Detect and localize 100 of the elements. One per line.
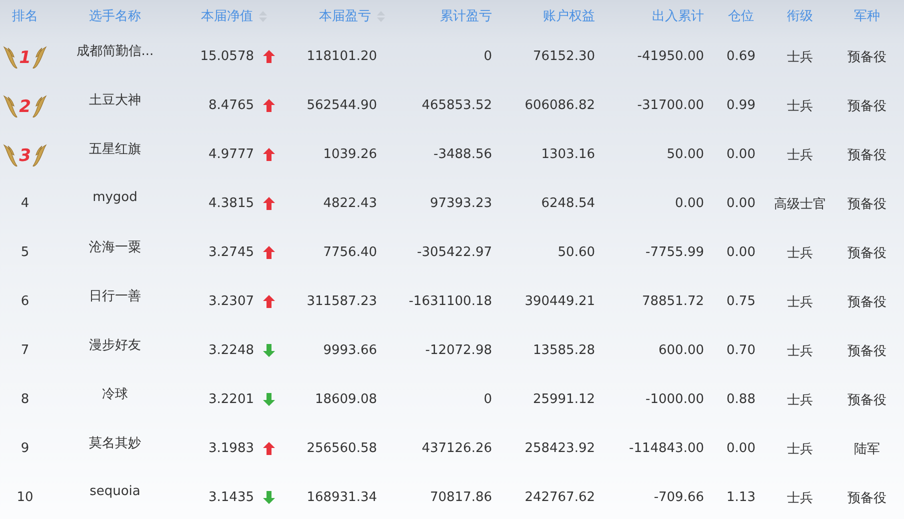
table-cell-text: 士兵 (786, 342, 814, 360)
player-name: 成都简勤信... (76, 42, 154, 60)
net-value: 3.1435 (208, 490, 254, 505)
table-cell-text: 76152.30 (532, 48, 596, 66)
table-cell-text: 562544.90 (306, 97, 378, 115)
table-cell-text: 70817.86 (428, 489, 493, 507)
net-value: 3.2307 (208, 294, 254, 309)
table-cell-text: -1631100.18 (408, 293, 493, 311)
rank-number: 2 (19, 96, 31, 116)
table-cell-text: 606086.82 (524, 97, 596, 115)
table-cell-text: 陆军 (853, 440, 881, 458)
player-name: 莫名其妙 (89, 434, 141, 452)
player-name: 日行一善 (89, 288, 141, 304)
table-cell-text: -41950.00 (636, 48, 705, 66)
table-cell-text: 258423.92 (524, 440, 596, 458)
table-cell-text: 25991.12 (532, 391, 596, 409)
table-cell-text: 0 (482, 391, 493, 409)
table-cell-text: 士兵 (786, 146, 814, 164)
table-cell-text: 0.75 (726, 293, 756, 311)
table-cell-text: -12072.98 (424, 342, 493, 360)
table-cell-text: 1303.16 (540, 146, 596, 164)
table-cell-text: 0.00 (726, 146, 756, 164)
rank-number: 9 (20, 441, 30, 456)
table-cell-text: 0.70 (726, 342, 756, 360)
table-cell-text: 13585.28 (532, 342, 596, 360)
table-cell-text: 6248.54 (540, 195, 596, 213)
table-cell-text: 600.00 (658, 342, 705, 360)
table-cell-text: 士兵 (786, 294, 814, 312)
column-header[interactable]: 本届净值 (201, 7, 253, 25)
table-cell-text: 9993.66 (322, 342, 378, 360)
table-cell-text: 0.00 (726, 195, 756, 213)
table-cell-text: 士兵 (786, 490, 814, 508)
table-cell-text: 50.60 (556, 244, 596, 262)
table-cell-text: -7755.99 (644, 244, 705, 262)
rank-number: 3 (19, 146, 31, 166)
net-value: 4.3815 (208, 196, 254, 211)
table-cell-text: 97393.23 (428, 195, 493, 213)
table-cell-text: 118101.20 (306, 48, 378, 66)
net-value: 3.2248 (208, 343, 254, 358)
table-cell-text: 0.00 (726, 440, 756, 458)
player-name: 漫步好友 (89, 336, 141, 354)
table-cell-text: 256560.58 (306, 440, 378, 458)
table-cell-text: 1039.26 (322, 146, 378, 164)
column-header: 出入累计 (652, 8, 704, 25)
player-name: mygod (92, 190, 138, 205)
net-value: 4.9777 (208, 147, 254, 162)
net-value: 3.2745 (208, 245, 254, 260)
column-header: 仓位 (728, 8, 754, 25)
table-cell-text: 士兵 (786, 98, 814, 116)
table-cell-text: 预备役 (846, 342, 888, 360)
column-header: 排名 (12, 8, 38, 25)
table-cell-text: 7756.40 (322, 244, 378, 262)
table-cell-text: 242767.62 (524, 489, 596, 507)
rank-number: 5 (20, 245, 30, 260)
table-cell-text: 0.88 (726, 391, 756, 409)
rank-number: 4 (20, 196, 30, 211)
table-cell-text: -114843.00 (628, 440, 705, 458)
table-cell-text: 0 (482, 48, 493, 66)
column-header: 衔级 (787, 8, 813, 25)
net-value: 15.0578 (200, 49, 254, 64)
table-cell-text: 高级士官 (773, 196, 827, 214)
column-header: 选手名称 (89, 8, 141, 25)
table-cell-text: 18609.08 (314, 391, 378, 409)
table-cell-text: 预备役 (846, 490, 888, 508)
table-cell-text: 士兵 (786, 244, 814, 262)
table-cell-text: 预备役 (846, 392, 888, 410)
table-cell-text: 预备役 (846, 196, 888, 214)
table-cell-text: 预备役 (846, 244, 888, 262)
table-cell-text: 0.00 (726, 244, 756, 262)
column-header: 账户权益 (543, 8, 595, 25)
player-name: sequoia (90, 484, 140, 499)
table-cell-text: 437126.26 (420, 440, 493, 458)
table-cell-text: 预备役 (846, 294, 888, 312)
player-name: 五星红旗 (89, 140, 141, 158)
table-cell-text: 50.00 (666, 146, 705, 164)
table-cell-text: 士兵 (786, 440, 814, 458)
table-cell-text: 士兵 (786, 48, 814, 66)
table-cell-text: -709.66 (652, 489, 705, 507)
net-value: 3.1983 (208, 441, 254, 456)
table-cell-text: -305422.97 (416, 244, 493, 262)
table-cell-text: 士兵 (786, 392, 814, 410)
net-value: 8.4765 (208, 98, 254, 113)
net-value: 3.2201 (208, 392, 254, 407)
player-name: 土豆大神 (89, 92, 141, 108)
table-cell-text: 4822.43 (322, 195, 378, 213)
table-cell-text: 168931.34 (306, 489, 378, 507)
player-name: 沧海一粟 (89, 238, 141, 256)
table-cell-text: -1000.00 (644, 391, 705, 409)
table-cell-text: -3488.56 (432, 146, 493, 164)
table-cell-text: 预备役 (846, 146, 888, 164)
column-header[interactable]: 本届盈亏 (319, 7, 371, 25)
rank-number: 1 (19, 48, 31, 68)
rank-number: 8 (20, 392, 30, 407)
table-cell-text: 0.69 (726, 48, 756, 66)
rank-number: 6 (20, 294, 30, 309)
column-header: 累计盈亏 (440, 8, 492, 25)
table-cell-text: 预备役 (846, 98, 888, 116)
table-cell-text: 78851.72 (640, 293, 705, 311)
rank-number: 7 (20, 343, 30, 358)
column-header: 军种 (854, 8, 880, 25)
